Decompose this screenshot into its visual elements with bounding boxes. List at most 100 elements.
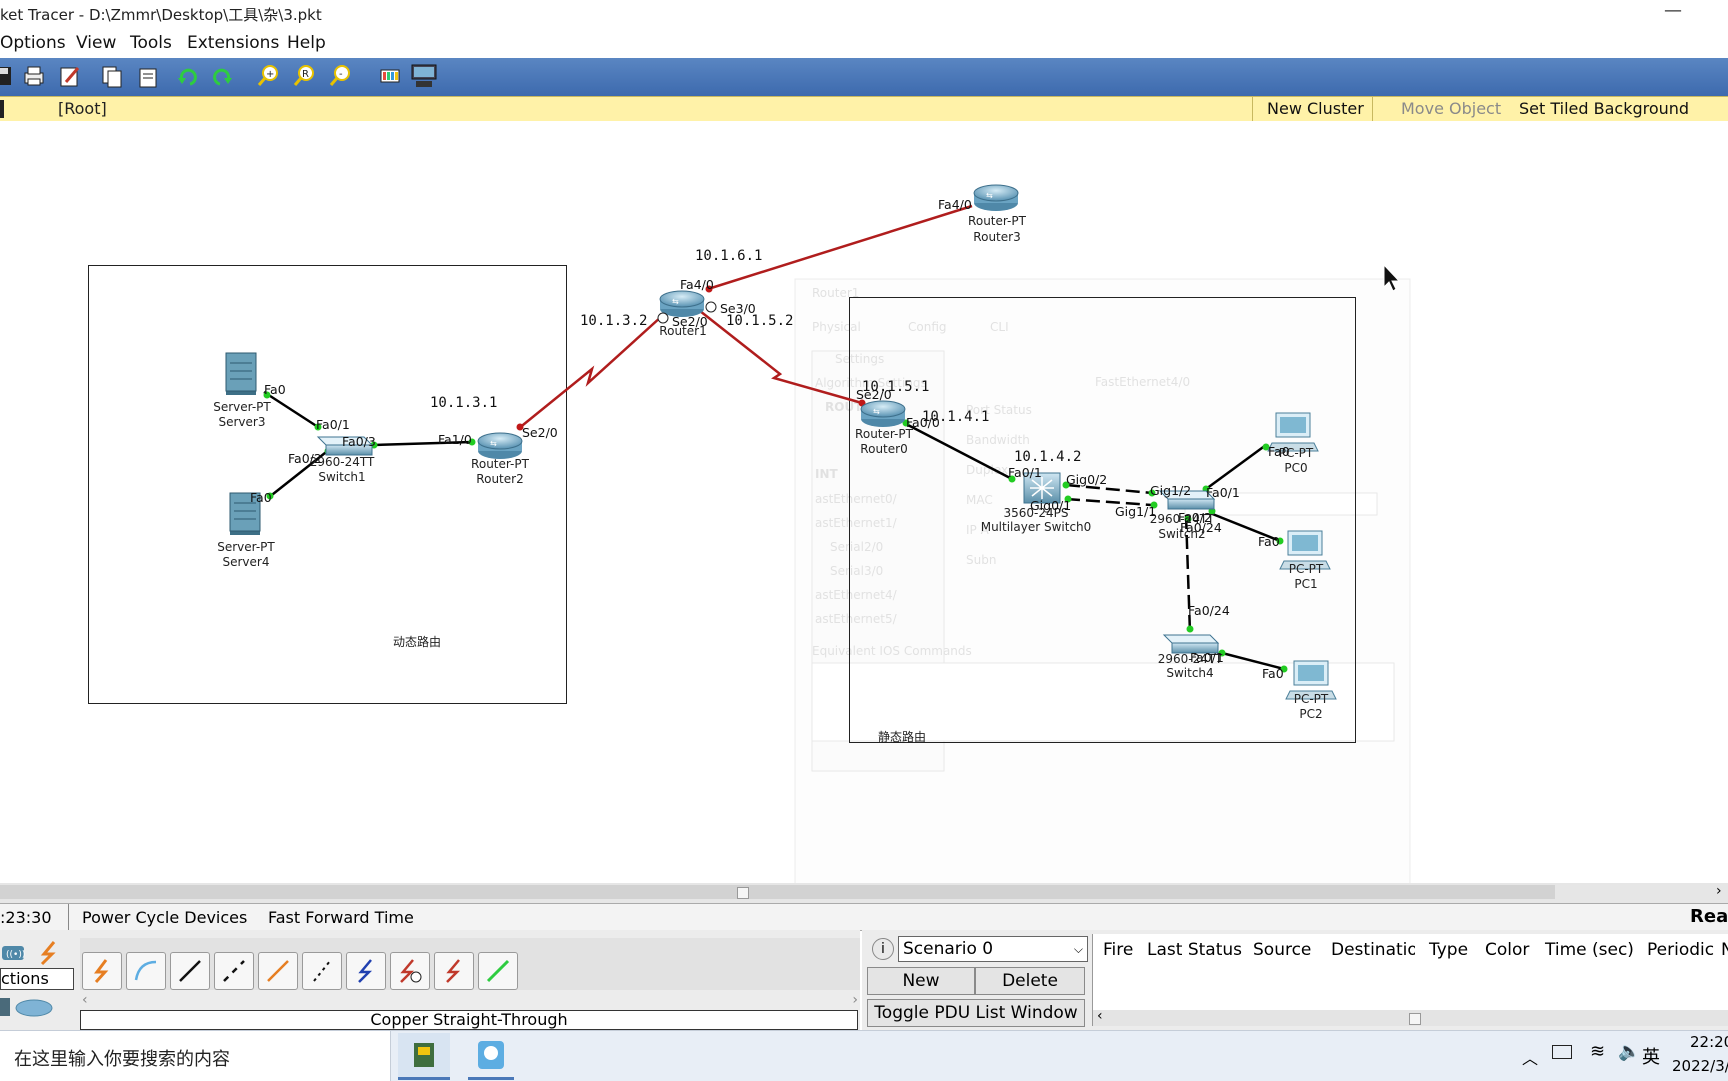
octal-cable-icon[interactable]	[478, 952, 518, 990]
device-type-panel: ((•)) ctions ‹ › Copper Straight-Through	[0, 930, 860, 1030]
chevron-up-icon[interactable]: ︿	[1522, 1045, 1538, 1069]
menu-tools[interactable]: Tools	[130, 33, 172, 53]
router0-type: Router-PT	[855, 427, 914, 441]
menu-options[interactable]: Options	[0, 33, 66, 53]
serial-dte-icon[interactable]	[434, 952, 474, 990]
column-header: Periodic	[1647, 940, 1715, 960]
new-scenario-button[interactable]: New	[867, 967, 975, 995]
zoom-out-icon[interactable]: -	[326, 62, 354, 90]
palette-icon[interactable]	[376, 62, 404, 90]
info-icon[interactable]: i	[872, 938, 894, 960]
router0-icon[interactable]: ⇆	[860, 400, 906, 427]
packet-tracer-taskbar-icon[interactable]	[398, 1033, 450, 1080]
menu-bar: Options View Tools Extensions Help	[0, 30, 1728, 58]
link-sv3-sw1[interactable]	[263, 390, 319, 429]
if-label: Gig1/1	[1115, 504, 1156, 519]
router3-name: Router3	[973, 230, 1020, 244]
volume-icon[interactable]: 🔈	[1618, 1041, 1640, 1062]
router3-icon[interactable]: ⇆	[973, 184, 1019, 211]
pc2-type: PC-PT	[1294, 692, 1329, 706]
taskbar-search-box[interactable]: 在这里输入你要搜索的内容	[0, 1031, 391, 1081]
power-cycle-button[interactable]: Power Cycle Devices	[82, 908, 247, 927]
if-label: Fa0/24	[1188, 603, 1230, 618]
pdu-scenario-panel: i Scenario 0 ⌵ New Delete Toggle PDU Lis…	[862, 930, 1728, 1030]
ip-label: 10.1.4.2	[1014, 449, 1081, 465]
if-label: Fa0	[1262, 666, 1284, 681]
connections-category-icon[interactable]	[36, 940, 62, 966]
back-button[interactable]	[0, 100, 4, 118]
scenario-select[interactable]: Scenario 0 ⌵	[898, 936, 1088, 962]
undo-icon[interactable]	[174, 62, 202, 90]
zoom-in-icon[interactable]: +	[254, 62, 282, 90]
ghost-side-item: astEthernet0/	[815, 492, 898, 506]
fiber-icon[interactable]	[258, 952, 298, 990]
wifi-icon[interactable]: ≋	[1590, 1041, 1605, 1062]
paste-icon[interactable]	[134, 62, 162, 90]
ime-indicator[interactable]: 英	[1642, 1043, 1660, 1069]
new-cluster-button[interactable]: New Cluster	[1267, 99, 1364, 118]
battery-icon[interactable]	[1552, 1045, 1572, 1059]
clock-icon	[657, 312, 669, 324]
router3-type: Router-PT	[968, 214, 1027, 228]
ghost-side-item: astEthernet1/	[815, 516, 898, 530]
clock-time[interactable]: 22:20	[1690, 1033, 1728, 1051]
scroll-right-icon[interactable]: ›	[1716, 883, 1722, 899]
toggle-pdu-list-button[interactable]: Toggle PDU List Window	[867, 999, 1085, 1027]
menu-help[interactable]: Help	[287, 33, 326, 53]
custom-device-icon[interactable]	[410, 62, 438, 90]
move-object-button[interactable]: Move Object	[1401, 99, 1501, 118]
svg-text:-: -	[339, 69, 343, 80]
selected-connection-name: Copper Straight-Through	[80, 1010, 858, 1030]
if-label: Gig1/2	[1150, 483, 1191, 498]
svg-text:⇆: ⇆	[986, 191, 993, 200]
windows-taskbar: 在这里输入你要搜索的内容 ︿ ≋ 🔈 英 22:20 2022/3/	[0, 1030, 1728, 1081]
auto-connection-icon[interactable]	[82, 952, 122, 990]
svg-text:⇆: ⇆	[672, 297, 679, 306]
copper-crossover-icon[interactable]	[214, 952, 254, 990]
sim-time: :23:30	[0, 908, 52, 927]
console-cable-icon[interactable]	[126, 952, 166, 990]
scrollbar-thumb[interactable]	[0, 885, 1555, 899]
save-icon[interactable]	[0, 62, 16, 90]
minimize-button[interactable]: —	[1664, 0, 1682, 21]
device-thumbnails[interactable]	[0, 992, 60, 1022]
pdu-list-scrollbar[interactable]: ‹	[1093, 1008, 1728, 1026]
canvas-horizontal-scrollbar[interactable]: ›	[0, 883, 1728, 903]
server3-icon[interactable]	[225, 352, 257, 395]
logical-workspace-canvas[interactable]: Router1 Physical Config CLI Settings Alg…	[0, 121, 1728, 883]
link-r2-r1[interactable]	[517, 315, 663, 430]
clock-date[interactable]: 2022/3/	[1672, 1057, 1728, 1075]
serial-dce-icon[interactable]	[390, 952, 430, 990]
ip-label: 10.1.3.1	[430, 395, 497, 411]
column-header: Color	[1485, 940, 1530, 960]
realtime-mode-label[interactable]: Rea	[1690, 906, 1728, 927]
if-label: Fa0/3	[342, 434, 376, 449]
coaxial-icon[interactable]	[346, 952, 386, 990]
zoom-reset-icon[interactable]: R	[290, 62, 318, 90]
copy-icon[interactable]	[98, 62, 126, 90]
if-label: Fa0/1	[316, 417, 350, 432]
if-label: Fa1/0	[438, 432, 472, 447]
router2-icon[interactable]: ⇆	[477, 432, 523, 459]
connection-types-list: ‹ ›	[80, 938, 860, 1008]
menu-extensions[interactable]: Extensions	[187, 33, 279, 53]
menu-view[interactable]: View	[76, 33, 116, 53]
fast-forward-button[interactable]: Fast Forward Time	[268, 908, 414, 927]
live2d-taskbar-icon[interactable]	[468, 1033, 514, 1080]
ghost-side-item: Serial2/0	[830, 540, 883, 554]
wireless-device-icon[interactable]: ((•))	[0, 940, 26, 966]
set-tiled-background-button[interactable]: Set Tiled Background	[1519, 99, 1689, 118]
root-breadcrumb[interactable]: [Root]	[58, 99, 107, 118]
if-label: Se3/0	[720, 301, 756, 316]
copper-straight-through-icon[interactable]	[170, 952, 210, 990]
ghost-side-item: Settings	[835, 352, 884, 366]
scrollbar-grip-icon	[737, 887, 749, 899]
phone-cable-icon[interactable]	[302, 952, 342, 990]
redo-icon[interactable]	[208, 62, 236, 90]
delete-scenario-button[interactable]: Delete	[975, 967, 1085, 995]
activity-wizard-icon[interactable]	[56, 62, 84, 90]
divider	[1252, 97, 1253, 121]
connection-list-scrollbar[interactable]: ‹ ›	[80, 992, 860, 1008]
print-icon[interactable]	[20, 62, 48, 90]
note-dynamic-routing: 动态路由	[393, 634, 441, 649]
